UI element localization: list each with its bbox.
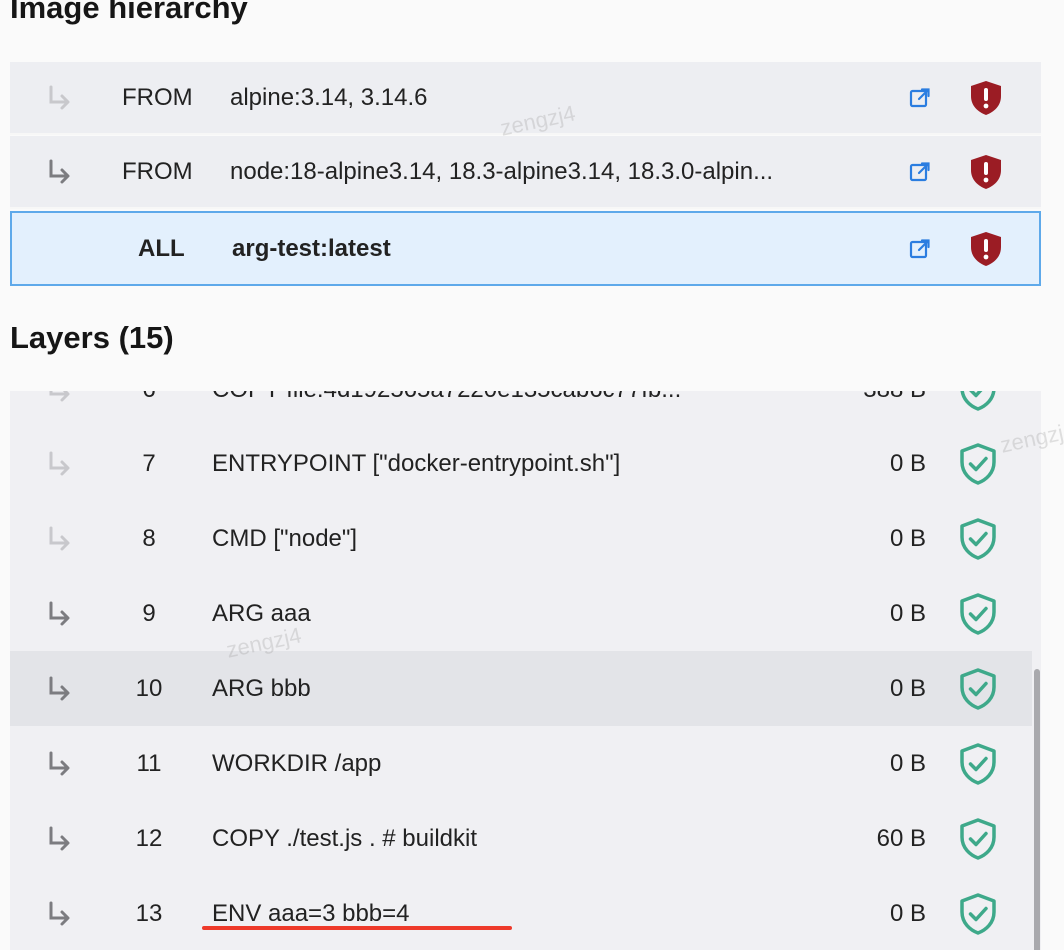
hierarchy-image-name: alpine:3.14, 3.14.6 bbox=[230, 83, 428, 111]
secure-shield-icon[interactable] bbox=[956, 576, 1000, 651]
layer-command: COPY ./test.js . # buildkit bbox=[212, 824, 477, 852]
layer-command: COPY file:4d192565a7220e135cab6c77fb... bbox=[212, 391, 681, 427]
inherited-arrow-icon bbox=[42, 391, 76, 427]
vulnerability-shield-icon[interactable] bbox=[966, 136, 1006, 207]
layer-number: 11 bbox=[136, 749, 162, 777]
layer-row[interactable]: 11 WORKDIR /app 0 B bbox=[10, 726, 1032, 801]
layer-row-hovered[interactable]: 10 ARG bbb 0 B bbox=[10, 651, 1032, 726]
inherited-arrow-icon bbox=[42, 501, 76, 576]
hierarchy-image-name: node:18-alpine3.14, 18.3-alpine3.14, 18.… bbox=[230, 157, 774, 185]
hierarchy-image-name: arg-test:latest bbox=[232, 234, 391, 262]
secure-shield-icon[interactable] bbox=[956, 651, 1000, 726]
layers-list[interactable]: 6 COPY file:4d192565a7220e135cab6c77fb..… bbox=[10, 391, 1041, 950]
layer-row[interactable]: 8 CMD ["node"] 0 B bbox=[10, 501, 1032, 576]
layer-row[interactable]: 7 ENTRYPOINT ["docker-entrypoint.sh"] 0 … bbox=[10, 426, 1032, 501]
vulnerability-shield-icon[interactable] bbox=[966, 62, 1006, 133]
layer-size: 0 B bbox=[889, 749, 926, 777]
layer-size: 0 B bbox=[889, 674, 926, 702]
layer-row[interactable]: 12 COPY ./test.js . # buildkit 60 B bbox=[10, 801, 1032, 876]
arrow-icon bbox=[42, 801, 76, 876]
layer-number: 13 bbox=[135, 899, 163, 927]
open-external-icon[interactable] bbox=[903, 62, 937, 133]
hierarchy-instruction: FROM bbox=[122, 83, 193, 111]
inherited-arrow-icon bbox=[42, 62, 76, 133]
layer-command: CMD ["node"] bbox=[212, 524, 358, 552]
arrow-icon bbox=[42, 136, 76, 207]
layer-number: 8 bbox=[142, 524, 156, 552]
layer-size: 0 B bbox=[889, 524, 926, 552]
inherited-arrow-icon bbox=[42, 426, 76, 501]
secure-shield-icon[interactable] bbox=[956, 501, 1000, 576]
layer-size: 60 B bbox=[876, 824, 926, 852]
hierarchy-instruction: ALL bbox=[138, 234, 185, 262]
layer-number: 9 bbox=[142, 599, 156, 627]
hierarchy-row-selected[interactable]: ALL arg-test:latest bbox=[10, 211, 1041, 286]
secure-shield-icon[interactable] bbox=[956, 391, 1000, 427]
layer-row[interactable]: 13 ENV aaa=3 bbb=4 0 B bbox=[10, 876, 1032, 950]
layer-row-partial[interactable]: 6 COPY file:4d192565a7220e135cab6c77fb..… bbox=[10, 391, 1032, 427]
open-external-icon[interactable] bbox=[903, 136, 937, 207]
layer-number: 10 bbox=[135, 674, 163, 702]
red-underline-annotation bbox=[202, 926, 512, 930]
image-hierarchy-title: Image hierarchy bbox=[10, 0, 248, 25]
layer-command: ARG bbb bbox=[212, 674, 311, 702]
layer-size: 0 B bbox=[889, 599, 926, 627]
layer-command: ENV aaa=3 bbb=4 bbox=[212, 899, 410, 927]
layer-command: WORKDIR /app bbox=[212, 749, 382, 777]
layer-command: ARG aaa bbox=[212, 599, 311, 627]
layer-size: 0 B bbox=[889, 899, 926, 927]
hierarchy-row[interactable]: FROM alpine:3.14, 3.14.6 bbox=[10, 62, 1041, 135]
secure-shield-icon[interactable] bbox=[956, 726, 1000, 801]
layers-scrollbar[interactable] bbox=[1034, 669, 1040, 950]
layer-number: 7 bbox=[142, 449, 156, 477]
layer-size: 0 B bbox=[889, 449, 926, 477]
arrow-icon bbox=[42, 726, 76, 801]
layers-title: Layers (15) bbox=[10, 320, 174, 355]
secure-shield-icon[interactable] bbox=[956, 426, 1000, 501]
arrow-icon bbox=[42, 876, 76, 950]
arrow-icon bbox=[42, 576, 76, 651]
hierarchy-row[interactable]: FROM node:18-alpine3.14, 18.3-alpine3.14… bbox=[10, 136, 1041, 209]
vulnerability-shield-icon[interactable] bbox=[966, 213, 1006, 284]
layer-command: ENTRYPOINT ["docker-entrypoint.sh"] bbox=[212, 449, 621, 477]
hierarchy-instruction: FROM bbox=[122, 157, 193, 185]
layer-number: 6 bbox=[110, 391, 188, 427]
arrow-icon bbox=[42, 651, 76, 726]
open-external-icon[interactable] bbox=[903, 213, 937, 284]
layer-row[interactable]: 9 ARG aaa 0 B bbox=[10, 576, 1032, 651]
secure-shield-icon[interactable] bbox=[956, 876, 1000, 950]
layer-size: 388 B bbox=[770, 391, 926, 427]
secure-shield-icon[interactable] bbox=[956, 801, 1000, 876]
layer-number: 12 bbox=[135, 824, 163, 852]
